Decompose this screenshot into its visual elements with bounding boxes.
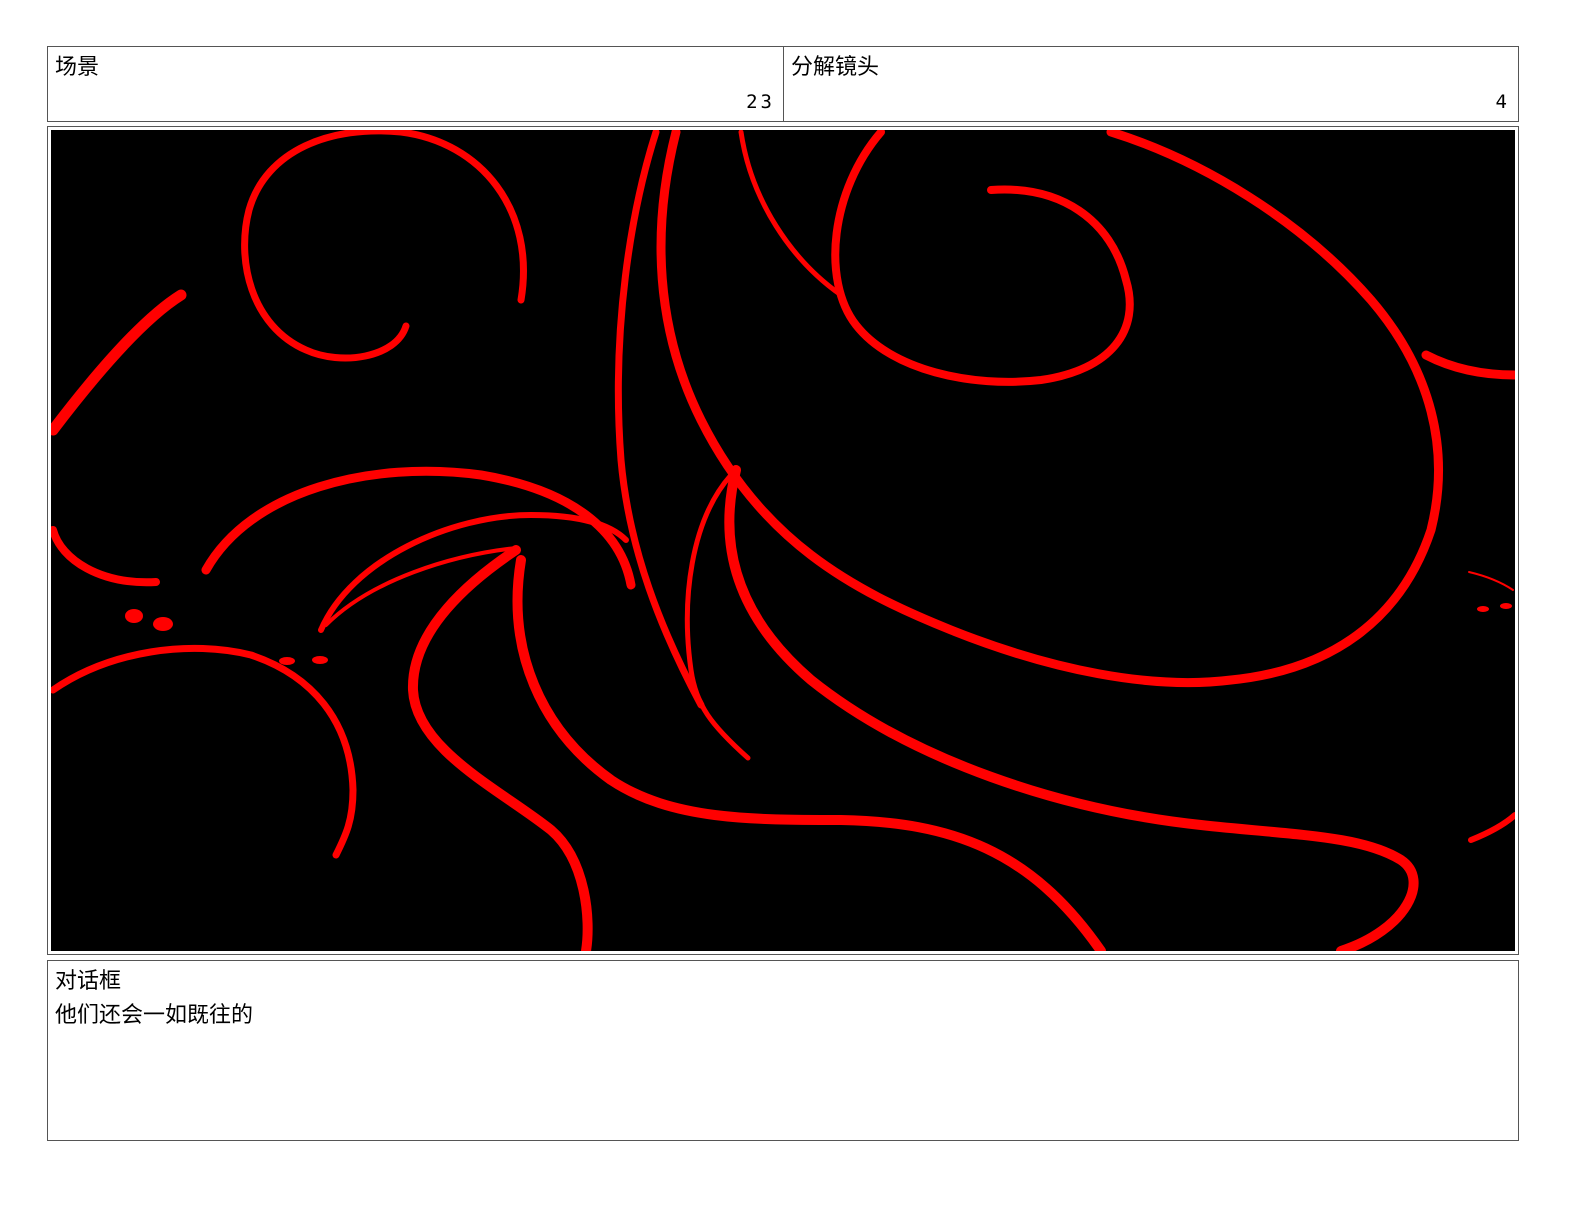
swirl-artwork — [51, 130, 1515, 951]
shot-label: 分解镜头 — [791, 55, 880, 80]
dialog-box: 对话框 他们还会一如既往的 — [47, 960, 1519, 1141]
dialog-text: 他们还会一如既往的 — [55, 1003, 254, 1028]
scene-label: 场景 — [55, 55, 100, 80]
swirl-dot — [153, 617, 173, 631]
swirl-dot — [1477, 606, 1489, 612]
scene-cell: 场景 23 — [48, 47, 784, 121]
shot-cell: 分解镜头 4 — [784, 47, 1518, 121]
swirl-dot — [279, 657, 295, 665]
dialog-label: 对话框 — [55, 969, 122, 994]
frame-artwork — [51, 130, 1515, 951]
storyboard-frame — [47, 126, 1519, 955]
storyboard-header: 场景 23 分解镜头 4 — [47, 46, 1519, 122]
scene-number: 23 — [746, 91, 775, 113]
swirl-dot — [1500, 603, 1512, 609]
shot-number: 4 — [1495, 91, 1510, 113]
swirl-dot — [125, 609, 143, 623]
swirl-dot — [312, 656, 328, 664]
